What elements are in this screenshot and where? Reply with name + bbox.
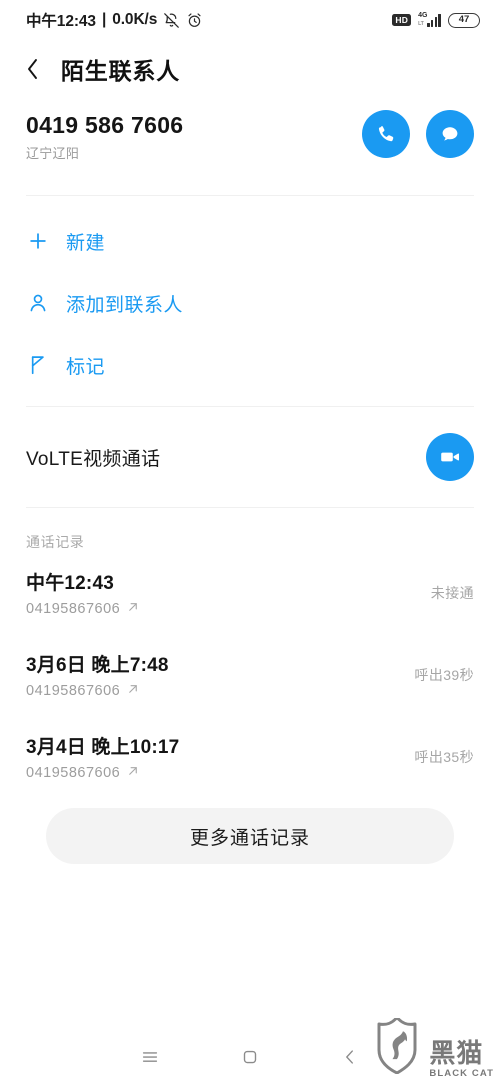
phone-screen: 中午12:43 | 0.0K/s HD 4G LT 47 陌生联系人 0419 … <box>0 0 500 1083</box>
quick-action-add-contact[interactable]: 添加到联系人 <box>0 272 500 334</box>
call-log-status: 呼出35秒 <box>414 749 474 765</box>
call-log-time: 中午12:43 <box>26 573 114 594</box>
contact-location: 辽宁辽阳 <box>26 146 80 161</box>
table-row[interactable]: 中午12:43 04195867606 未接通 <box>0 552 500 634</box>
call-log-number: 04195867606 <box>26 601 121 617</box>
person-icon <box>26 291 50 315</box>
chevron-left-icon[interactable] <box>329 1036 371 1078</box>
watermark-texts: 黑猫 BLACK CAT <box>429 1038 494 1079</box>
contact-summary: 0419 586 7606 辽宁辽阳 <box>0 96 500 162</box>
quick-action-label: 新建 <box>66 232 106 254</box>
quick-action-label: 添加到联系人 <box>66 294 184 316</box>
arrow-outgoing-icon <box>127 764 139 782</box>
call-log-number-line: 04195867606 <box>26 764 179 782</box>
status-bar-right: HD 4G LT 47 <box>392 12 480 28</box>
message-button[interactable] <box>426 110 474 158</box>
chevron-left-icon[interactable] <box>26 58 39 80</box>
table-row[interactable]: 3月6日 晚上7:48 04195867606 呼出39秒 <box>0 634 500 716</box>
call-log-number: 04195867606 <box>26 765 121 781</box>
status-bar: 中午12:43 | 0.0K/s HD 4G LT 47 <box>0 0 500 40</box>
hd-badge: HD <box>392 14 412 26</box>
call-button[interactable] <box>362 110 410 158</box>
black-cat-watermark: 黑猫 BLACK CAT <box>376 1016 494 1079</box>
more-call-log-wrapper: 更多通话记录 <box>0 798 500 864</box>
call-log-status: 呼出39秒 <box>414 667 474 683</box>
plus-icon <box>26 229 50 253</box>
status-bar-left: 中午12:43 | 0.0K/s <box>26 9 203 31</box>
battery-level: 47 <box>458 14 470 26</box>
arrow-outgoing-icon <box>127 682 139 700</box>
call-log-status: 未接通 <box>430 585 474 601</box>
watermark-en-text: BLACK CAT <box>429 1068 494 1079</box>
page-title: 陌生联系人 <box>61 58 180 84</box>
network-speed: 0.0K/s <box>112 11 158 28</box>
call-log-title: 通话记录 <box>26 534 85 550</box>
status-separator: | <box>101 11 107 28</box>
square-home-icon[interactable] <box>229 1036 271 1078</box>
volte-video-call-button[interactable] <box>426 433 474 481</box>
call-log-entry-main: 3月6日 晚上7:48 04195867606 <box>26 650 169 700</box>
flag-icon <box>26 353 50 377</box>
table-row[interactable]: 3月4日 晚上10:17 04195867606 呼出35秒 <box>0 716 500 798</box>
call-log-entry-main: 中午12:43 04195867606 <box>26 568 139 618</box>
call-log-time: 3月6日 晚上7:48 <box>26 655 169 676</box>
bell-muted-icon <box>163 12 180 29</box>
network-sub-label: LT <box>418 21 424 27</box>
call-log-section: 通话记录 中午12:43 04195867606 未接通 3月6日 晚上7:48… <box>0 508 500 798</box>
call-log-number: 04195867606 <box>26 683 121 699</box>
call-log-time: 3月4日 晚上10:17 <box>26 737 180 758</box>
watermark-cn-text: 黑猫 <box>429 1038 484 1069</box>
volte-video-call-row[interactable]: VoLTE视频通话 <box>0 407 500 507</box>
system-nav-bar: 黑猫 BLACK CAT <box>0 1016 500 1083</box>
more-call-log-button[interactable]: 更多通话记录 <box>46 808 454 864</box>
status-time: 中午12:43 <box>26 13 96 30</box>
arrow-outgoing-icon <box>127 600 139 618</box>
signal-strength-icon: 4G LT <box>418 12 441 27</box>
contact-text: 0419 586 7606 辽宁辽阳 <box>26 108 183 162</box>
network-type-label: 4G <box>418 12 428 19</box>
quick-actions-list: 新建 添加到联系人 标记 <box>0 196 500 406</box>
contact-number[interactable]: 0419 586 7606 <box>26 112 183 139</box>
quick-action-new[interactable]: 新建 <box>0 210 500 272</box>
black-cat-shield-icon <box>376 1016 424 1079</box>
quick-action-mark[interactable]: 标记 <box>0 334 500 396</box>
alarm-clock-icon <box>186 12 203 29</box>
menu-lines-icon[interactable] <box>129 1036 171 1078</box>
app-header: 陌生联系人 <box>0 40 500 96</box>
battery-icon: 47 <box>448 12 480 28</box>
call-log-number-line: 04195867606 <box>26 600 139 618</box>
call-log-number-line: 04195867606 <box>26 682 169 700</box>
volte-label: VoLTE视频通话 <box>26 448 161 470</box>
call-log-entry-main: 3月4日 晚上10:17 04195867606 <box>26 732 179 782</box>
contact-action-buttons <box>362 108 474 158</box>
quick-action-label: 标记 <box>66 356 106 378</box>
